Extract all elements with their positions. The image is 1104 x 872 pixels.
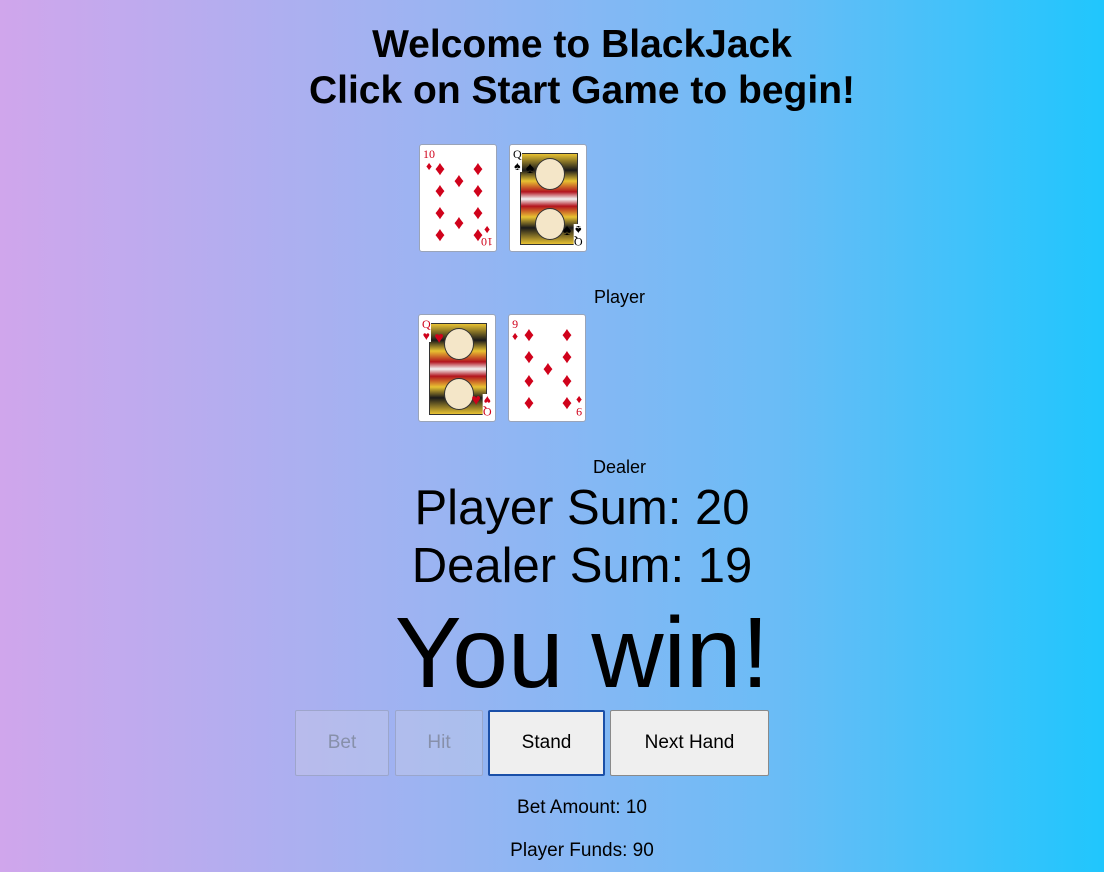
diamond-icon: ♦ — [561, 324, 573, 346]
player-sum: Player Sum: 20 — [414, 481, 750, 535]
dealer-sum: Dealer Sum: 19 — [411, 539, 753, 593]
bet-amount: Bet Amount: 10 — [517, 797, 647, 818]
diamond-icon: ♦ — [453, 170, 465, 192]
card-index: Q ♠ — [574, 223, 583, 249]
bet-button[interactable]: Bet — [295, 710, 389, 776]
diamond-icon: ♦ — [434, 224, 446, 246]
hit-button[interactable]: Hit — [395, 710, 483, 776]
card-index: Q ♥ — [483, 393, 492, 419]
diamond-icon: ♦ — [434, 202, 446, 224]
diamond-icon: ♦ — [561, 346, 573, 368]
card-index: 10 ♦ — [481, 223, 493, 249]
diamond-icon: ♦ — [561, 370, 573, 392]
diamond-icon: ♦ — [542, 358, 554, 380]
welcome-header: Welcome to BlackJack Click on Start Game… — [0, 22, 1104, 114]
title-line: Welcome to BlackJack — [372, 23, 792, 66]
diamond-icon: ♦ — [523, 392, 535, 414]
heart-icon: ♥ — [434, 330, 444, 347]
spade-icon: ♠ — [525, 160, 535, 177]
card-index: 9 ♦ — [575, 393, 582, 419]
diamond-icon: ♦ — [453, 212, 465, 234]
next-hand-button[interactable]: Next Hand — [610, 710, 769, 776]
subtitle-line: Click on Start Game to begin! — [308, 69, 856, 112]
player-card-queen-spades: Q ♠ ♠ ♠ Q ♠ — [509, 144, 587, 252]
player-funds: Player Funds: 90 — [510, 840, 654, 861]
player-label: Player — [594, 287, 646, 307]
dealer-card-9-diamonds: 9 ♦ ♦ ♦ ♦ ♦ ♦ ♦ ♦ ♦ ♦ 9 ♦ — [508, 314, 586, 422]
diamond-icon: ♦ — [561, 392, 573, 414]
dealer-label: Dealer — [593, 457, 647, 477]
card-index: 9 ♦ — [512, 317, 519, 343]
game-result: You win! — [394, 597, 770, 709]
diamond-icon: ♦ — [523, 324, 535, 346]
dealer-card-queen-hearts: Q ♥ ♥ ♥ Q ♥ — [418, 314, 496, 422]
diamond-icon: ♦ — [472, 202, 484, 224]
diamond-icon: ♦ — [523, 370, 535, 392]
diamond-icon: ♦ — [523, 346, 535, 368]
diamond-icon: ♦ — [434, 158, 446, 180]
diamond-icon: ♦ — [472, 180, 484, 202]
diamond-icon: ♦ — [434, 180, 446, 202]
stand-button[interactable]: Stand — [488, 710, 605, 776]
diamond-icon: ♦ — [472, 158, 484, 180]
player-card-10-diamonds: 10 ♦ ♦ ♦ ♦ ♦ ♦ ♦ ♦ ♦ ♦ ♦ 10 ♦ — [419, 144, 497, 252]
